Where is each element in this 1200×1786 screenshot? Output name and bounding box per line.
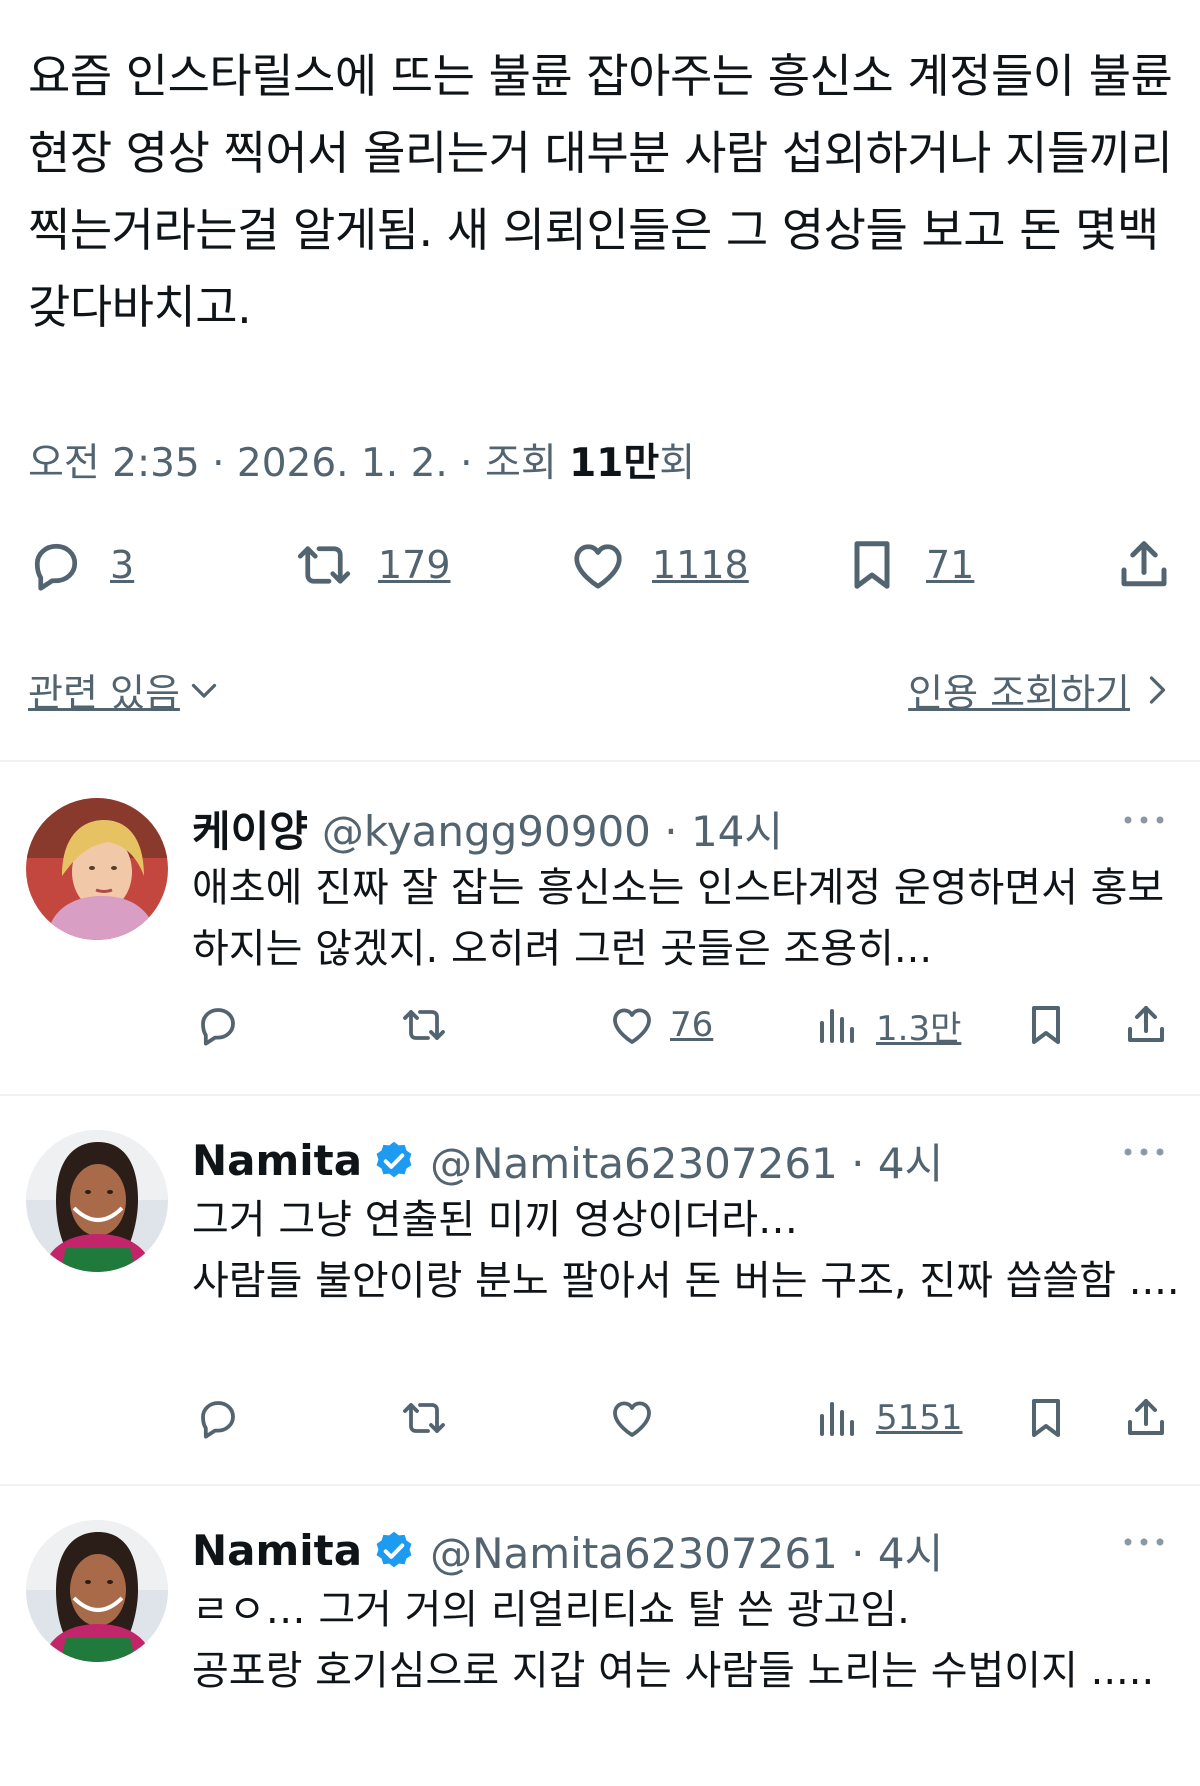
tweet-views-suffix: 회 [659,441,696,486]
bookmark-icon [854,541,890,589]
reply-button[interactable] [194,995,242,1055]
chevron-down-icon [191,683,217,698]
divider [0,760,1200,762]
reply-header: Namita @Namita62307261 · 4시 [192,1130,943,1191]
tweet-meta: 오전 2:35 · 2026. 1. 2. · 조회 11만회 [28,432,695,488]
more-icon[interactable] [1122,1532,1166,1552]
reply-text: 애초에 진짜 잘 잡는 흥신소는 인스타계정 운영하면서 홍보하지는 않겠지. … [192,865,1165,972]
reply-header: Namita @Namita62307261 · 4시 [192,1520,943,1581]
tweet-views-count: 11만 [569,441,660,486]
heart-icon [613,1008,651,1044]
like-count[interactable]: 76 [670,1005,713,1045]
related-label: 관련 있음 [28,671,180,715]
share-button[interactable] [1122,995,1170,1055]
views-button[interactable]: 5151 [814,1388,963,1448]
analytics-icon [820,1402,854,1436]
retweet-icon [297,546,351,584]
reply-item[interactable]: 케이양 @kyangg90900 · 14시 애초에 진짜 잘 잡는 흥신소는 … [0,790,1200,1088]
retweet-icon [403,1403,445,1433]
tweet-actions: 3 179 1118 71 [0,530,1200,600]
views-count[interactable]: 5151 [876,1398,963,1438]
share-icon [1128,1399,1164,1435]
more-icon[interactable] [1122,1142,1166,1162]
heart-icon [613,1401,651,1437]
divider [0,1094,1200,1096]
avatar-image [26,1520,168,1662]
bookmark-button[interactable] [1022,995,1070,1055]
avatar[interactable] [26,1130,168,1272]
author-name[interactable]: Namita [192,1136,362,1185]
reply-item[interactable]: Namita @Namita62307261 · 4시 ㄹㅇ… 그거 거의 리얼… [0,1512,1200,1786]
tweet-timestamp: 오전 2:35 · 2026. 1. 2. · 조회 [28,441,570,486]
bookmark-count[interactable]: 71 [926,543,974,587]
reply-text: ㄹㅇ… 그거 거의 리얼리티쇼 탈 쓴 광고임. 공포랑 호기심으로 지갑 여는… [192,1587,1155,1694]
verified-badge-icon [376,1141,412,1177]
share-button[interactable] [1114,530,1174,600]
retweet-button[interactable]: 179 [294,530,451,600]
bookmark-button[interactable] [1022,1388,1070,1448]
share-icon [1121,541,1167,587]
avatar[interactable] [26,1520,168,1662]
like-button[interactable]: 1118 [568,530,749,600]
reply-button[interactable]: 3 [26,530,134,600]
reply-icon [201,1008,235,1046]
quote-views-link[interactable]: 인용 조회하기 [908,662,1172,717]
retweet-button[interactable] [400,995,448,1055]
views-count[interactable]: 1.3만 [876,1001,961,1050]
avatar[interactable] [26,798,168,940]
tweet-text: 요즘 인스타릴스에 뜨는 불륜 잡아주는 흥신소 계정들이 불륜현장 영상 찍어… [28,49,1173,334]
reply-actions: 5151 [0,1388,1200,1448]
reply-button[interactable] [194,1388,242,1448]
retweet-icon [403,1010,445,1040]
like-button[interactable]: 76 [608,995,713,1055]
share-button[interactable] [1122,1388,1170,1448]
bookmark-button[interactable]: 71 [842,530,974,600]
quote-views-label: 인용 조회하기 [908,671,1130,715]
author-name[interactable]: 케이양 [192,798,308,859]
author-name[interactable]: Namita [192,1526,362,1575]
reply-count[interactable]: 3 [110,543,134,587]
more-icon[interactable] [1122,810,1166,830]
author-handle[interactable]: @Namita62307261 · 4시 [430,1130,943,1191]
heart-icon [574,544,622,589]
reply-item[interactable]: Namita @Namita62307261 · 4시 그거 그냥 연출된 미끼… [0,1122,1200,1482]
avatar-image [26,1130,168,1272]
reply-icon [34,543,78,591]
share-icon [1128,1006,1164,1042]
bookmark-icon [1032,1399,1060,1437]
related-toggle[interactable]: 관련 있음 [28,662,222,717]
like-count[interactable]: 1118 [652,543,749,587]
reply-text: 그거 그냥 연출된 미끼 영상이더라… 사람들 불안이랑 분노 팔아서 돈 버는… [192,1197,1180,1304]
verified-badge-icon [376,1531,412,1567]
reply-actions: 76 1.3만 [0,995,1200,1055]
avatar-image [26,798,168,940]
related-row: 관련 있음 인용 조회하기 [28,662,1172,718]
bookmark-icon [1032,1006,1060,1044]
analytics-icon [820,1009,854,1043]
reply-icon [201,1401,235,1439]
chevron-right-icon [1149,675,1166,704]
divider [0,1484,1200,1486]
retweet-count[interactable]: 179 [378,543,451,587]
author-handle[interactable]: @Namita62307261 · 4시 [430,1520,943,1581]
views-button[interactable]: 1.3만 [814,995,961,1055]
like-button[interactable] [608,1388,656,1448]
retweet-button[interactable] [400,1388,448,1448]
author-handle[interactable]: @kyangg90900 · 14시 [322,798,783,859]
reply-header: 케이양 @kyangg90900 · 14시 [192,798,783,859]
